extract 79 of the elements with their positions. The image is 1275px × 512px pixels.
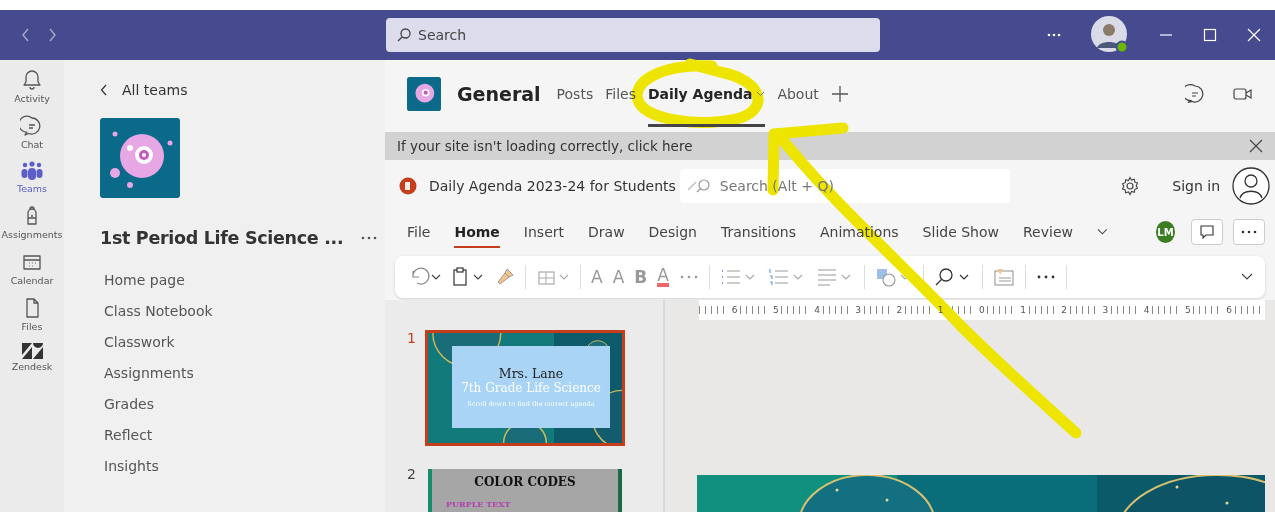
team-name: 1st Period Life Science ...	[100, 228, 344, 248]
slide-number: 2	[407, 466, 415, 484]
channel-item[interactable]: Insights	[104, 456, 159, 477]
slide-text: PURPLE TEXT	[446, 499, 511, 509]
rail-item[interactable]: Chat	[20, 114, 44, 150]
people-icon	[20, 160, 44, 182]
more-icon[interactable]	[1035, 275, 1056, 279]
slide-number: 1	[407, 330, 415, 348]
channel-tab[interactable]: Daily Agenda	[647, 61, 766, 127]
maximize-icon[interactable]	[1203, 28, 1217, 42]
user-icon[interactable]	[1232, 167, 1270, 205]
slide-subtitle: 7th Grade Life Science	[461, 381, 601, 395]
ruler-label: 4	[1143, 305, 1150, 315]
close-icon[interactable]	[1249, 139, 1263, 153]
more-icon[interactable]	[1047, 33, 1061, 37]
ribbon-tab[interactable]: Draw	[588, 216, 625, 248]
comments-button[interactable]	[1191, 219, 1224, 245]
cell-logo-icon	[100, 118, 180, 198]
ruler-label: 4	[814, 305, 820, 315]
ruler-label: 2	[896, 305, 903, 315]
ribbon-tab[interactable]: File	[407, 216, 431, 248]
format-painter-icon[interactable]	[495, 267, 515, 287]
search-field[interactable]: Search	[386, 18, 880, 52]
channel-item[interactable]: Reflect	[104, 425, 153, 446]
chevron-down-icon[interactable]	[1241, 273, 1253, 281]
chat-icon[interactable]	[1185, 84, 1205, 104]
channel-item[interactable]: Classwork	[104, 332, 175, 353]
avatar[interactable]	[1091, 16, 1129, 54]
ribbon-tab[interactable]: Design	[648, 216, 697, 248]
ruler-label: 3	[855, 305, 862, 315]
ruler-label: 2	[1061, 305, 1068, 315]
rail-item[interactable]: Activity	[14, 68, 50, 104]
ribbon-tab[interactable]: Transitions	[720, 216, 796, 248]
ruler-label: 0	[978, 305, 985, 315]
zendesk-logo-icon	[21, 342, 43, 360]
ruler-label: 5	[1184, 305, 1191, 315]
video-camera-icon[interactable]	[1233, 86, 1253, 102]
slide-thumbnail[interactable]: COLOR CODES PURPLE TEXT	[425, 466, 625, 512]
powerpoint-icon	[399, 177, 417, 195]
chevron-left-icon	[100, 84, 108, 96]
channel-item[interactable]: Home page	[104, 270, 185, 291]
all-teams-link[interactable]: All teams	[100, 82, 188, 98]
settings-icon[interactable]	[1120, 176, 1141, 196]
ribbon-tab[interactable]: Slide Show	[922, 216, 999, 248]
channel-item[interactable]: Assignments	[104, 363, 194, 384]
rail-item[interactable]: Calendar	[10, 250, 54, 286]
rail-item[interactable]: Assignments	[1, 204, 63, 240]
channel-item[interactable]: Class Notebook	[104, 301, 213, 322]
add-tab-icon[interactable]	[830, 85, 849, 103]
ruler-label: 6	[731, 305, 738, 315]
search-icon	[396, 27, 412, 43]
ruler-label: 1	[1020, 305, 1026, 315]
forward-icon[interactable]	[46, 27, 58, 43]
slide-title: COLOR CODES	[474, 475, 576, 489]
ruler-label: 3	[1102, 305, 1109, 315]
slide-title: Mrs. Lane	[498, 366, 564, 381]
ruler-label: 1	[937, 305, 944, 315]
rail-item[interactable]: Zendesk	[11, 342, 53, 372]
ribbon-tab[interactable]: Home	[454, 216, 500, 248]
rail-item[interactable]: Files	[20, 296, 44, 332]
file-name: Daily Agenda 2023-24 for Students	[429, 178, 676, 194]
cell-logo-icon	[407, 77, 441, 111]
rail-item[interactable]: Teams	[16, 160, 48, 194]
channel-item[interactable]: Grades	[104, 394, 154, 415]
ribbon-tab[interactable]: Insert	[523, 216, 564, 248]
channel-tab[interactable]: Posts	[556, 61, 594, 127]
ruler-label: 6	[1226, 305, 1232, 315]
sign-in-button[interactable]: Sign in	[1172, 178, 1220, 194]
user-initials[interactable]: LM	[1155, 221, 1176, 243]
ruler-label: 5	[772, 305, 779, 315]
channel-name: General	[457, 83, 541, 105]
channel-tab[interactable]: About	[777, 61, 819, 127]
ribbon-tab[interactable]: Review	[1023, 216, 1073, 248]
comment-icon	[1199, 224, 1216, 240]
more-icon[interactable]	[361, 236, 378, 240]
more-icon	[1241, 230, 1258, 234]
chevron-down-icon[interactable]	[1096, 228, 1108, 236]
notice-link[interactable]: If your site isn't loading correctly, click here	[397, 138, 693, 154]
paste-icon[interactable]	[451, 267, 485, 287]
